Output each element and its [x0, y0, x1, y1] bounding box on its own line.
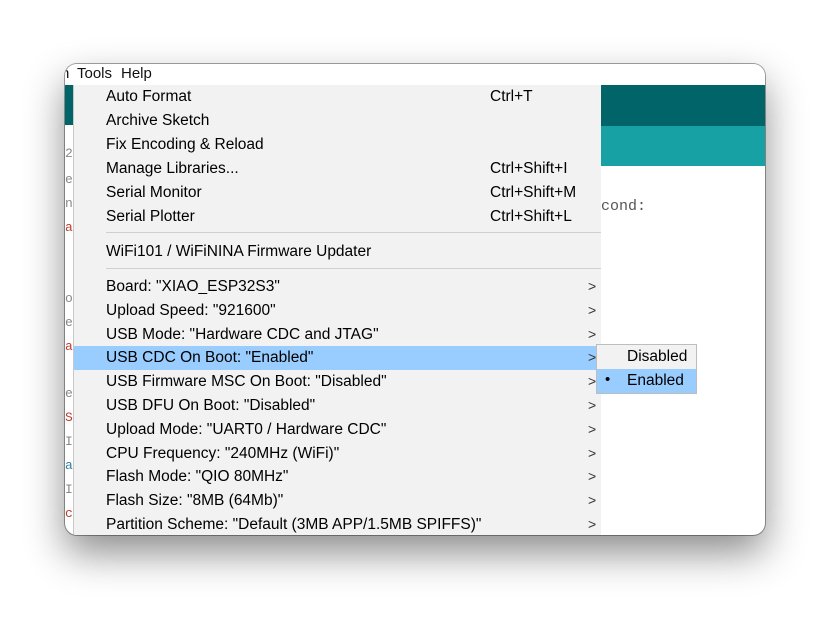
submenu-arrow-icon: >: [588, 445, 597, 461]
menu-item-partition-scheme[interactable]: Partition Scheme: "Default (3MB APP/1.5M…: [74, 513, 601, 535]
menu-item-label: Board: "XIAO_ESP32S3": [106, 278, 280, 295]
submenu-option-label: Enabled: [627, 372, 684, 389]
toolbar: [600, 85, 765, 126]
menu-item-cpu-frequency[interactable]: CPU Frequency: "240MHz (WiFi)" >: [74, 442, 601, 466]
submenu-arrow-icon: >: [588, 326, 597, 342]
menu-item-flash-mode[interactable]: Flash Mode: "QIO 80MHz" >: [74, 465, 601, 489]
menu-separator: [106, 268, 601, 269]
menu-item-fix-encoding[interactable]: Fix Encoding & Reload: [74, 133, 601, 157]
menu-item-label: Archive Sketch: [106, 112, 210, 129]
submenu-arrow-icon: >: [588, 278, 597, 294]
submenu-option-label: Disabled: [627, 348, 688, 365]
menu-item-label: Upload Mode: "UART0 / Hardware CDC": [106, 421, 387, 438]
menu-item-archive-sketch[interactable]: Archive Sketch: [74, 109, 601, 133]
menu-separator: [106, 232, 601, 233]
menu-item-label: Serial Plotter: [106, 208, 195, 225]
menu-item-label: Fix Encoding & Reload: [106, 136, 264, 153]
menu-help[interactable]: Help: [121, 65, 152, 82]
submenu-arrow-icon: >: [588, 492, 597, 508]
selected-bullet-icon: •: [605, 371, 611, 388]
menu-item-shortcut: Ctrl+Shift+L: [490, 208, 572, 225]
menu-bar: h Tools Help: [65, 64, 765, 85]
code-fragment: e: [65, 315, 73, 330]
submenu-arrow-icon: >: [588, 397, 597, 413]
submenu-option-enabled[interactable]: • Enabled: [597, 369, 696, 393]
menu-item-usb-mode[interactable]: USB Mode: "Hardware CDC and JTAG" >: [74, 323, 601, 347]
menu-item-label: Auto Format: [106, 88, 192, 105]
menu-item-label: USB CDC On Boot: "Enabled": [106, 349, 314, 366]
submenu-arrow-icon: >: [588, 421, 597, 437]
code-fragment: I: [65, 434, 73, 449]
menu-item-auto-format[interactable]: Auto Format Ctrl+T: [74, 85, 601, 109]
menu-item-label: Flash Size: "8MB (64Mb)": [106, 492, 284, 509]
menu-item-usb-cdc-on-boot[interactable]: USB CDC On Boot: "Enabled" >: [74, 346, 601, 370]
menu-item-serial-plotter[interactable]: Serial Plotter Ctrl+Shift+L: [74, 205, 601, 229]
submenu-arrow-icon: >: [588, 468, 597, 484]
menu-item-shortcut: Ctrl+T: [490, 88, 533, 105]
menu-item-upload-speed[interactable]: Upload Speed: "921600" >: [74, 299, 601, 323]
menu-item-label: WiFi101 / WiFiNINA Firmware Updater: [106, 243, 372, 260]
editor-code-fragment: cond:: [601, 198, 647, 215]
menu-sketch-partial[interactable]: h: [65, 65, 69, 82]
tools-menu: Auto Format Ctrl+T Archive Sketch Fix En…: [73, 85, 601, 535]
submenu-arrow-icon: >: [588, 516, 597, 532]
submenu-arrow-icon: >: [588, 302, 597, 318]
code-fragment: S: [65, 410, 73, 425]
menu-item-label: CPU Frequency: "240MHz (WiFi)": [106, 445, 340, 462]
toolbar-edge: [65, 85, 73, 125]
tab-bar: [600, 126, 765, 166]
menu-tools[interactable]: Tools: [77, 65, 112, 82]
menu-item-label: Upload Speed: "921600": [106, 302, 276, 319]
menu-item-label: USB DFU On Boot: "Disabled": [106, 397, 316, 414]
menu-item-usb-firmware-msc[interactable]: USB Firmware MSC On Boot: "Disabled" >: [74, 370, 601, 394]
menu-item-label: Manage Libraries...: [106, 160, 239, 177]
menu-item-flash-size[interactable]: Flash Size: "8MB (64Mb)" >: [74, 489, 601, 513]
menu-item-label: Serial Monitor: [106, 184, 202, 201]
menu-item-manage-libraries[interactable]: Manage Libraries... Ctrl+Shift+I: [74, 157, 601, 181]
submenu-option-disabled[interactable]: Disabled: [597, 345, 696, 369]
code-fragment: e: [65, 172, 73, 187]
submenu-arrow-icon: >: [588, 349, 597, 365]
menu-item-serial-monitor[interactable]: Serial Monitor Ctrl+Shift+M: [74, 181, 601, 205]
code-fragment: I: [65, 482, 73, 497]
menu-item-label: Partition Scheme: "Default (3MB APP/1.5M…: [106, 516, 482, 533]
menu-item-firmware-updater[interactable]: WiFi101 / WiFiNINA Firmware Updater: [74, 240, 601, 264]
submenu-arrow-icon: >: [588, 373, 597, 389]
menu-item-label: Flash Mode: "QIO 80MHz": [106, 468, 289, 485]
arduino-ide-window: h Tools Help cond: 2: e n: a. o e a. e. …: [65, 64, 765, 535]
menu-item-shortcut: Ctrl+Shift+I: [490, 160, 568, 177]
menu-item-usb-dfu-on-boot[interactable]: USB DFU On Boot: "Disabled" >: [74, 394, 601, 418]
code-fragment: o: [65, 291, 73, 306]
usb-cdc-submenu: Disabled • Enabled: [596, 344, 697, 394]
menu-item-label: USB Firmware MSC On Boot: "Disabled": [106, 373, 387, 390]
menu-item-upload-mode[interactable]: Upload Mode: "UART0 / Hardware CDC" >: [74, 418, 601, 442]
menu-item-board[interactable]: Board: "XIAO_ESP32S3" >: [74, 275, 601, 299]
menu-item-label: USB Mode: "Hardware CDC and JTAG": [106, 326, 379, 343]
menu-item-shortcut: Ctrl+Shift+M: [490, 184, 577, 201]
